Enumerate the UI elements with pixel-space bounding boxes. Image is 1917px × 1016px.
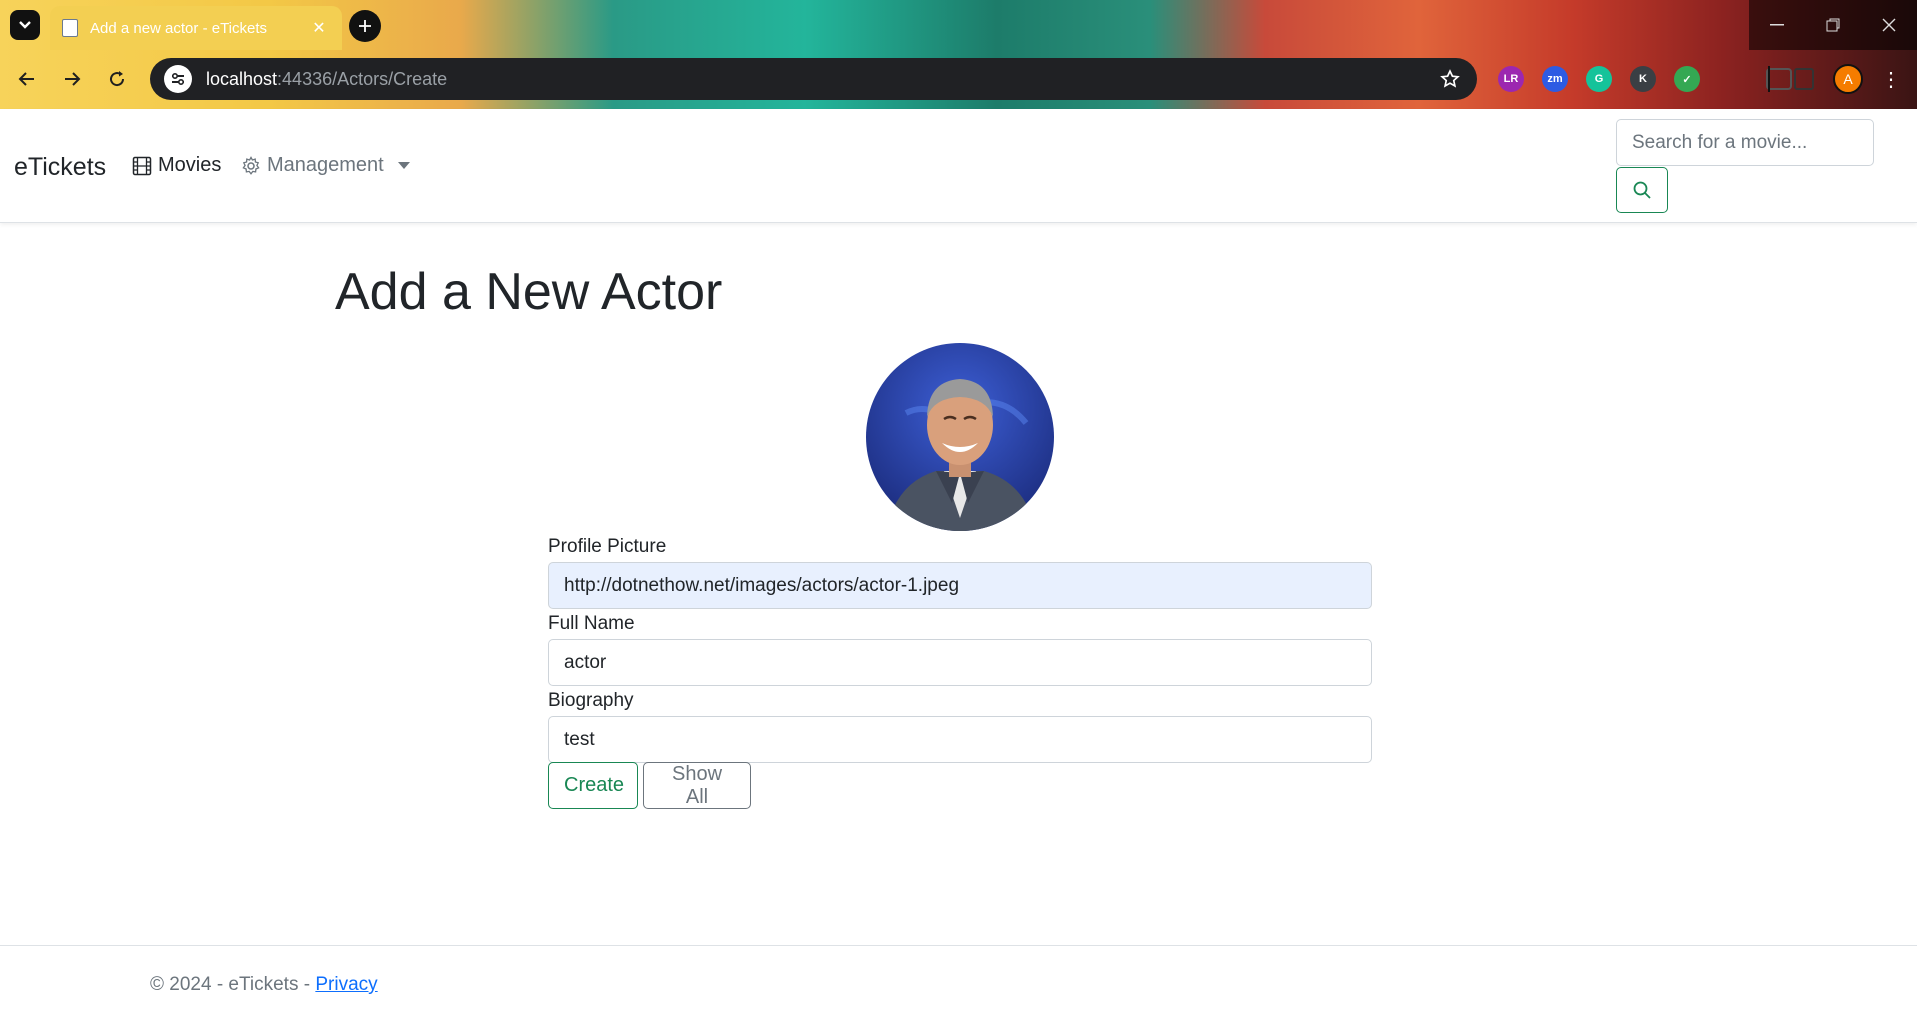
grammarly-extension-icon[interactable]: G xyxy=(1586,66,1612,92)
address-bar[interactable]: localhost:44336/Actors/Create xyxy=(150,58,1477,100)
site-info-icon[interactable] xyxy=(164,65,192,93)
bookmark-star-icon[interactable] xyxy=(1437,66,1463,92)
footer-text: © 2024 - eTickets - Privacy xyxy=(150,974,378,996)
page-footer: © 2024 - eTickets - Privacy xyxy=(0,945,1917,1016)
tab-close-icon[interactable]: ✕ xyxy=(308,18,330,38)
reload-button[interactable] xyxy=(102,64,132,94)
biography-label: Biography xyxy=(548,690,634,711)
minimize-icon xyxy=(1770,24,1784,26)
plus-icon xyxy=(359,20,371,32)
profile-avatar[interactable]: A xyxy=(1833,64,1863,94)
browser-menu-icon[interactable]: ⋮ xyxy=(1881,64,1901,94)
movie-search-button[interactable] xyxy=(1616,167,1668,213)
new-tab-button[interactable] xyxy=(349,10,381,42)
film-icon xyxy=(132,156,152,175)
close-window-button[interactable] xyxy=(1861,0,1917,50)
show-all-button[interactable]: Show All xyxy=(643,762,751,809)
search-icon xyxy=(1633,181,1651,199)
footer-copyright: © 2024 - eTickets - xyxy=(150,974,316,995)
gear-icon xyxy=(242,155,260,175)
shield-extension-icon[interactable]: ✓ xyxy=(1674,66,1700,92)
profile-picture-input[interactable] xyxy=(548,562,1372,609)
page-favicon-icon xyxy=(62,19,78,37)
side-panel-icon[interactable] xyxy=(1794,68,1814,90)
tab-strip: Add a new actor - eTickets ✕ xyxy=(0,0,1917,50)
toolbar-divider xyxy=(1768,66,1770,92)
forward-button[interactable] xyxy=(57,64,87,94)
browser-chrome: Add a new actor - eTickets ✕ localhost:4… xyxy=(0,0,1917,109)
nav-movies-label: Movies xyxy=(158,154,222,176)
privacy-link[interactable]: Privacy xyxy=(315,974,377,995)
dropdown-caret-icon xyxy=(397,162,410,169)
profile-picture-label: Profile Picture xyxy=(548,536,667,557)
restore-icon xyxy=(1826,18,1840,32)
nav-movies[interactable]: Movies xyxy=(132,154,221,177)
brand-link[interactable]: eTickets xyxy=(14,153,106,182)
full-name-label: Full Name xyxy=(548,613,635,634)
actor-profile-preview xyxy=(866,343,1054,531)
page-title: Add a New Actor xyxy=(335,263,723,321)
actor-photo xyxy=(866,343,1054,531)
nav-management-label: Management xyxy=(267,154,384,176)
lr-extension-icon[interactable]: LR xyxy=(1498,66,1524,92)
restore-window-button[interactable] xyxy=(1805,0,1861,50)
browser-tab[interactable]: Add a new actor - eTickets ✕ xyxy=(50,6,342,50)
url-path: :44336/Actors/Create xyxy=(277,68,448,89)
tab-title: Add a new actor - eTickets xyxy=(90,19,268,37)
app-navbar: eTickets Movies Management xyxy=(0,109,1917,223)
movie-search-input[interactable] xyxy=(1616,119,1874,166)
chevron-down-icon xyxy=(19,21,31,29)
zoom-extension-icon[interactable]: zm xyxy=(1542,66,1568,92)
arrow-right-icon xyxy=(65,72,81,86)
create-button[interactable]: Create xyxy=(548,762,638,809)
back-button[interactable] xyxy=(12,64,42,94)
close-icon xyxy=(1882,18,1896,32)
tab-search-button[interactable] xyxy=(10,10,40,40)
nav-management-dropdown[interactable]: Management xyxy=(241,154,410,177)
reload-icon xyxy=(110,71,125,87)
url-text: localhost:44336/Actors/Create xyxy=(206,69,1437,90)
full-name-input[interactable] xyxy=(548,639,1372,686)
minimize-window-button[interactable] xyxy=(1749,0,1805,50)
k-extension-icon[interactable]: K xyxy=(1630,66,1656,92)
arrow-left-icon xyxy=(18,72,34,86)
url-host: localhost xyxy=(206,68,278,89)
biography-input[interactable] xyxy=(548,716,1372,763)
